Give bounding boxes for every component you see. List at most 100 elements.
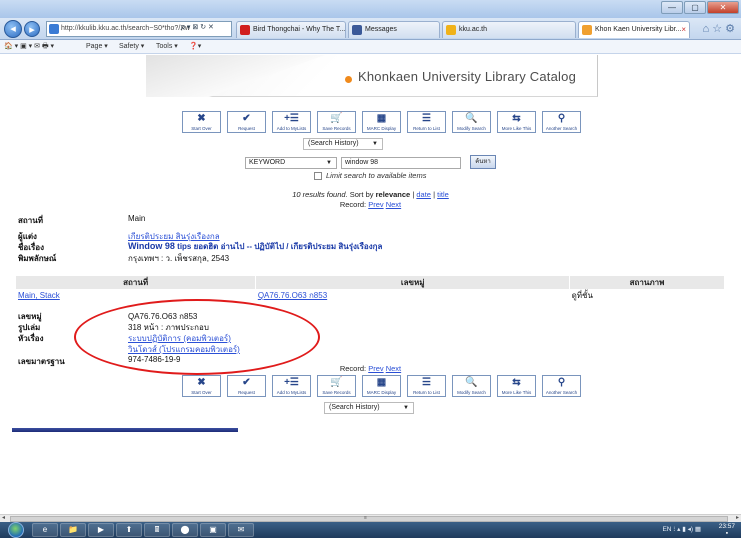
tools-menu[interactable]: Tools ▾ [156,41,178,53]
clock[interactable]: 23:57 ▪ [719,523,735,537]
more-like-this-icon: ⇆ [512,377,521,388]
tab-label: Bird Thongchai - Why The T... [253,26,346,33]
chevron-down-icon: ▼ [372,141,378,147]
taskbar-app-icon[interactable]: 📁 [60,523,86,537]
taskbar-app-icon[interactable]: ▣ [200,523,226,537]
taskbar-app-icon[interactable]: 🖩 [144,523,170,537]
limit-available-checkbox[interactable] [314,172,322,180]
toolbar-button-label: More Like This [501,390,532,395]
results-count: 10 results found. [292,190,348,199]
page-menu[interactable]: Page ▾ [86,41,108,53]
help-menu[interactable]: ❓▾ [189,41,201,53]
taskbar-app-icon[interactable]: ▶ [88,523,114,537]
sort-current: relevance [375,190,411,199]
maximize-button[interactable]: ▢ [684,1,706,14]
close-tab-icon[interactable]: × [681,22,686,37]
taskbar-app-icon[interactable]: ⬤ [172,523,198,537]
toolbar-button-another-search[interactable]: ⚲ Another Search [542,375,581,397]
holding-call-number-link[interactable]: QA76.76.O63 ก853 [258,291,327,300]
publisher-label: พิมพลักษณ์ [18,254,57,263]
holding-location-link[interactable]: Main, Stack [18,291,60,300]
toolbar-button-request[interactable]: ✔ Request [227,375,266,397]
return-to-list-icon: ☰ [422,113,431,124]
tab-khon-kaen-library[interactable]: Khon Kaen University Libr... × [578,21,690,38]
system-tray[interactable]: EN ⁝ ▴ ▮ ◂) ▦ [662,525,701,533]
toolbar-button-return-to-list[interactable]: ☰ Return to List [407,375,446,397]
search-button[interactable]: ค้นหา [470,155,496,169]
tab-kku[interactable]: kku.ac.th [442,21,576,38]
toolbar-button-modify-search[interactable]: 🔍 Modify Search [452,111,491,133]
toolbar-button-save-records[interactable]: 🛒 Save Records [317,111,356,133]
toolbar-button-start-over[interactable]: ✖ Start Over [182,111,221,133]
next-record-link[interactable]: Next [386,200,401,209]
window-controls: — ▢ ✕ [661,1,739,14]
kku-favicon-icon [446,25,456,35]
sort-by-label: Sort by [349,190,374,199]
safety-menu[interactable]: Safety ▾ [119,41,144,53]
marc-display-icon: ▦ [376,377,387,388]
toolbar-button-label: Another Search [545,390,578,395]
toolbar-button-add-to-mylists[interactable]: +☰ Add to MyLists [272,111,311,133]
toolbar-button-more-like-this[interactable]: ⇆ More Like This [497,375,536,397]
toolbar-button-marc-display[interactable]: ▦ MARC Display [362,111,401,133]
toolbar-button-label: MARC Display [366,126,397,131]
limit-available-label: Limit search to available items [326,171,427,180]
toolbar-button-more-like-this[interactable]: ⇆ More Like This [497,111,536,133]
bottom-toolbar: ✖ Start Over ✔ Request +☰ Add to MyLists 🛒 Save… [182,375,581,397]
next-record-link[interactable]: Next [386,364,401,373]
browser-navbar: ◂ ▸ http://kkulib.kku.ac.th/search~S0*th… [0,18,741,40]
library-favicon-icon [582,25,592,35]
toolbar-button-start-over[interactable]: ✖ Start Over [182,375,221,397]
return-to-list-icon: ☰ [422,377,431,388]
chevron-down-icon: ▼ [326,160,332,166]
forward-icon[interactable]: ▸ [24,21,40,37]
toolbar-button-marc-display[interactable]: ▦ MARC Display [362,375,401,397]
taskbar-app-icon[interactable]: e [32,523,58,537]
toolbar-button-return-to-list[interactable]: ☰ Return to List [407,111,446,133]
start-button[interactable] [8,522,24,538]
search-history-select-top[interactable]: (Search History) ▼ [303,138,383,150]
tab-bird-thongchai[interactable]: Bird Thongchai - Why The T... [236,21,346,38]
scroll-left-icon[interactable]: ◂ [2,514,5,521]
toolbar-button-add-to-mylists[interactable]: +☰ Add to MyLists [272,375,311,397]
tab-messages[interactable]: Messages [348,21,440,38]
search-history-select-bottom[interactable]: (Search History) ▼ [324,402,414,414]
command-icons[interactable]: 🏠 ▾ ▣ ▾ ✉ 🖶 ▾ [4,41,54,53]
toolbar-button-label: Save Records [322,126,351,131]
search-index-select[interactable]: KEYWORD ▼ [245,157,337,169]
prev-record-link[interactable]: Prev [368,364,383,373]
back-icon[interactable]: ◂ [4,20,22,38]
taskbar-app-icon[interactable]: ✉ [228,523,254,537]
close-window-button[interactable]: ✕ [707,1,739,14]
location-value: Main [128,214,146,223]
table-row: Main, Stack QA76.76.O63 ก853 ดูที่ชั้น [16,289,725,302]
taskbar-app-icon[interactable]: ⬆ [116,523,142,537]
tab-label: Khon Kaen University Libr... [595,26,682,33]
toolbar-button-request[interactable]: ✔ Request [227,111,266,133]
another-search-icon: ⚲ [557,113,566,124]
chevron-down-icon: ▼ [403,405,409,411]
address-controls-icon[interactable]: ρ ▾ ⊠ ↻ ✕ [181,23,214,31]
start-over-icon: ✖ [197,377,206,388]
toolbar-button-label: Add to MyLists [276,126,307,131]
prev-record-link[interactable]: Prev [368,200,383,209]
toolbar-button-label: Return to List [413,126,440,131]
sort-title-link[interactable]: title [437,190,449,199]
catalog-title: Khonkaen University Library Catalog [358,69,576,84]
add-to-mylists-icon: +☰ [284,113,299,124]
search-input[interactable]: window 98 [341,157,461,169]
sort-date-link[interactable]: date [416,190,431,199]
record-nav-top: Record: Prev Next [0,200,741,209]
toolbar-button-modify-search[interactable]: 🔍 Modify Search [452,375,491,397]
toolbar-button-save-records[interactable]: 🛒 Save Records [317,375,356,397]
holdings-table: สถานที่ เลขหมู่ สถานภาพ Main, Stack QA76… [16,276,725,302]
horizontal-scrollbar[interactable]: ◂ ≡ ▸ [0,514,741,522]
home-favorites-tools-icons[interactable]: ⌂ ☆ ⚙ [703,22,735,35]
holdings-header-status: สถานภาพ [569,276,725,289]
orange-dot-icon [345,76,352,83]
scroll-right-icon[interactable]: ▸ [736,514,739,521]
scroll-grip-icon: ≡ [364,515,367,521]
toolbar-button-another-search[interactable]: ⚲ Another Search [542,111,581,133]
minimize-button[interactable]: — [661,1,683,14]
toolbar-button-label: Start Over [191,390,212,395]
